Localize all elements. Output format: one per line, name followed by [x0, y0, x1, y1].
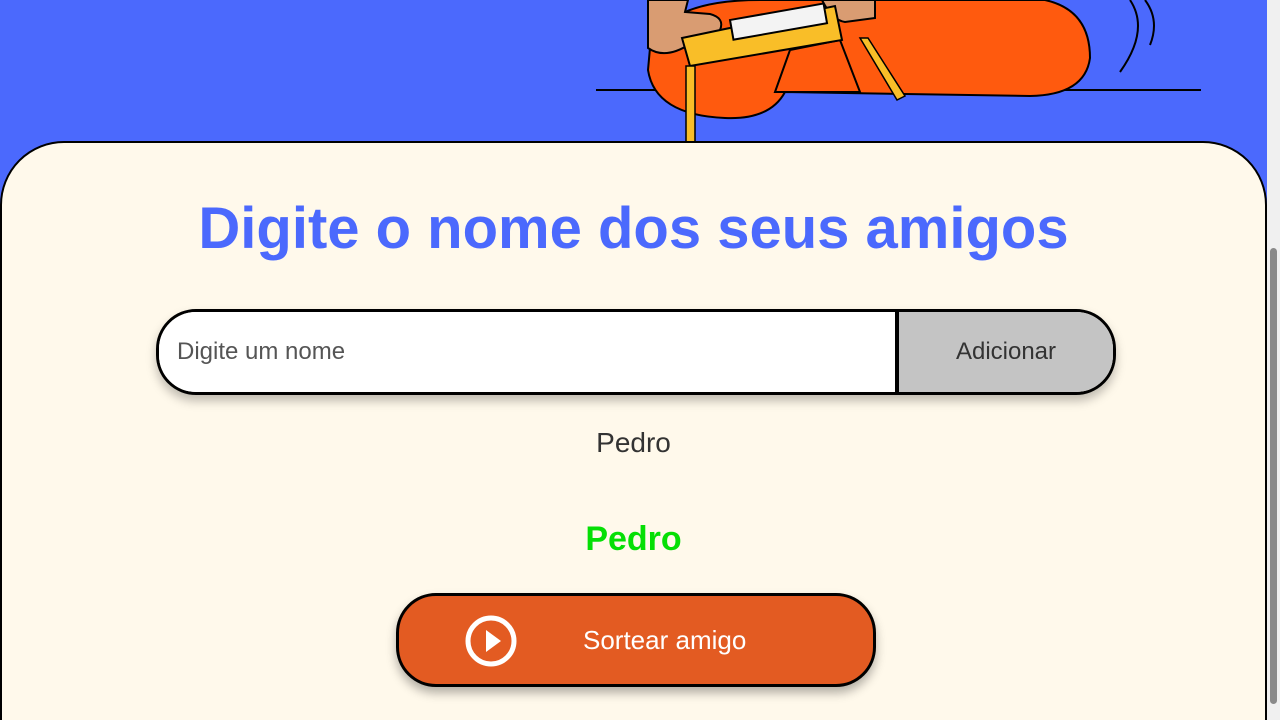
- page-title: Digite o nome dos seus amigos: [198, 196, 1069, 261]
- name-input[interactable]: [159, 312, 899, 392]
- draw-button-label: Sortear amigo: [583, 625, 747, 655]
- add-button[interactable]: Adicionar: [899, 312, 1113, 392]
- draw-result: Pedro: [585, 520, 682, 558]
- add-friend-form: Adicionar: [156, 309, 1116, 395]
- hero-illustration: [590, 0, 1210, 145]
- scrollbar-thumb[interactable]: [1270, 248, 1277, 704]
- friends-list: Pedro: [2, 427, 1265, 459]
- page-scrollbar[interactable]: [1267, 0, 1280, 720]
- person-playing-game-illustration: [596, 0, 1201, 145]
- draw-friend-button[interactable]: Sortear amigo: [396, 593, 876, 687]
- main-card: Digite o nome dos seus amigos Adicionar …: [0, 141, 1267, 720]
- list-item: Pedro: [596, 427, 671, 458]
- play-circle-icon: [463, 613, 519, 669]
